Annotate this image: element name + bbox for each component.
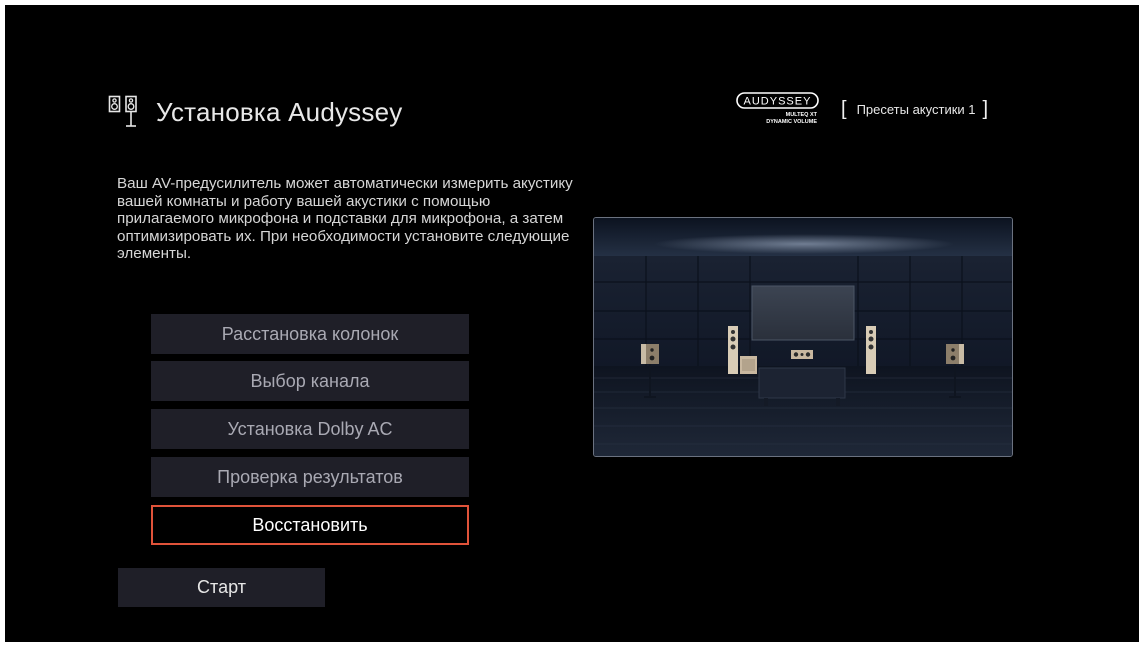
svg-text:DYNAMIC VOLUME: DYNAMIC VOLUME: [766, 119, 817, 125]
speakers-icon: [108, 95, 137, 127]
svg-text:MULTEQ XT: MULTEQ XT: [786, 112, 818, 118]
svg-text:AUDYSSEY: AUDYSSEY: [744, 96, 812, 108]
audyssey-setup-screen: Установка Audyssey AUDYSSEY MULTEQ XT DY…: [5, 5, 1139, 642]
audyssey-logo: AUDYSSEY MULTEQ XT DYNAMIC VOLUME: [736, 92, 819, 125]
page-title: Установка Audyssey: [156, 96, 403, 127]
room-scene: [594, 218, 1012, 456]
speaker-placement-button[interactable]: Расстановка колонок: [151, 314, 469, 354]
left-bracket: [: [841, 98, 847, 120]
description-text: Ваш AV-предусилитель может автоматически…: [117, 175, 573, 262]
restore-button[interactable]: Восстановить: [151, 505, 469, 545]
start-button[interactable]: Старт: [118, 568, 325, 607]
right-bracket: ]: [982, 98, 989, 120]
check-results-button[interactable]: Проверка результатов: [151, 457, 469, 497]
preset-label: Пресеты акустики 1: [856, 101, 976, 117]
home-theater-room-illustration: [593, 217, 1013, 457]
channel-select-button[interactable]: Выбор канала: [151, 361, 469, 401]
page-header: Установка Audyssey: [108, 95, 402, 129]
dolby-ac-setup-button[interactable]: Установка Dolby AC: [151, 409, 469, 449]
speaker-preset-indicator: [ Пресеты акустики 1 ]: [841, 99, 988, 119]
